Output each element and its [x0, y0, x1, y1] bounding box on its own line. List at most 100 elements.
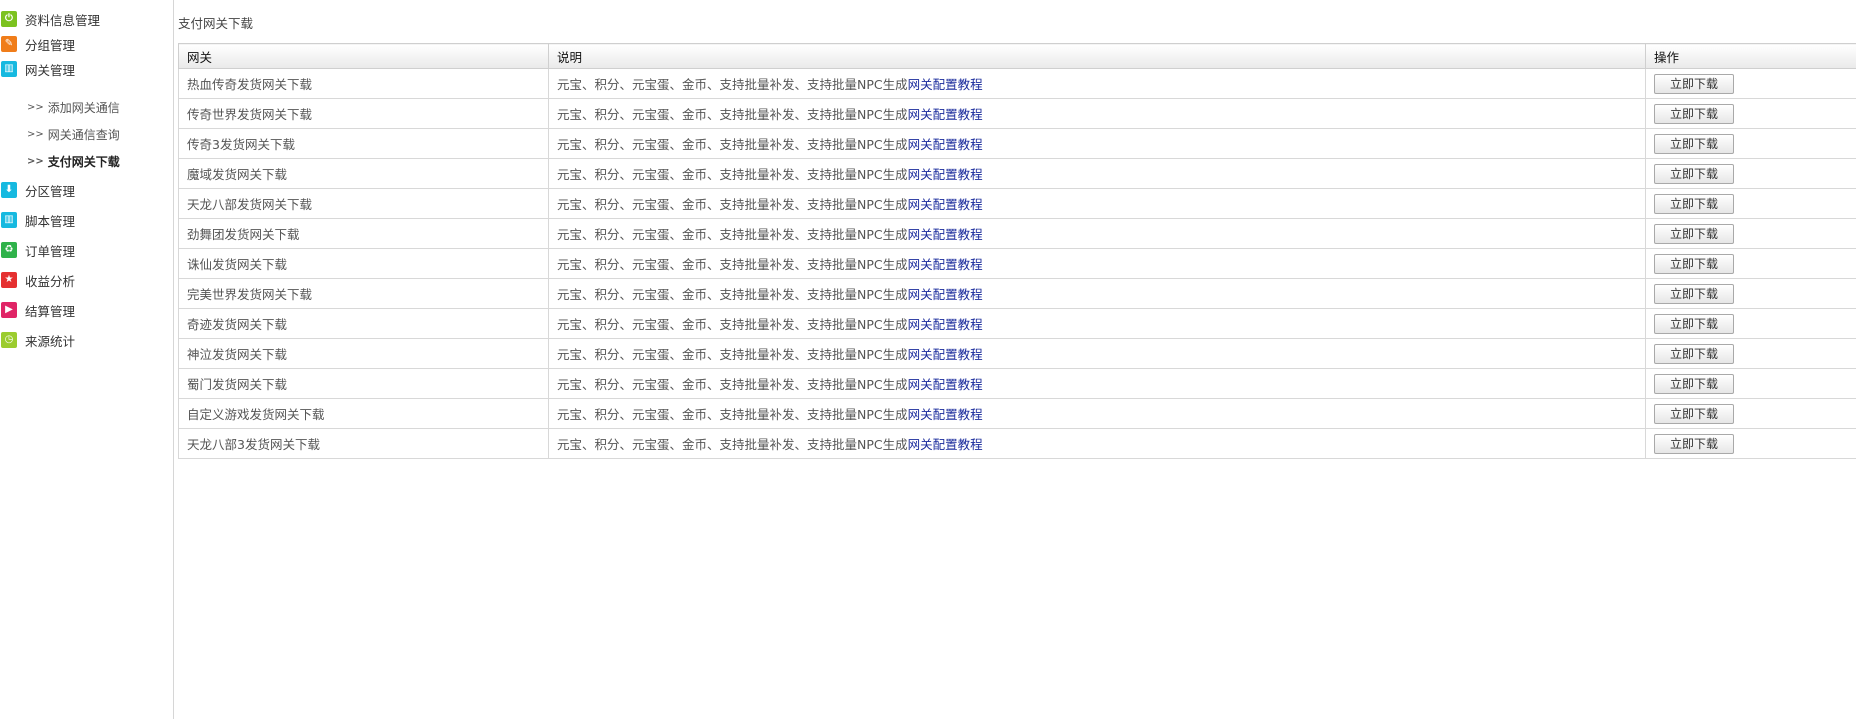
- gateway-table: 网关 说明 操作 热血传奇发货网关下载 元宝、积分、元宝蛋、金币、支持批量补发、支…: [178, 43, 1856, 459]
- sub-item-label: 添加网关通信: [47, 100, 120, 115]
- table-row: 传奇世界发货网关下载 元宝、积分、元宝蛋、金币、支持批量补发、支持批量NPC生成网…: [178, 98, 1856, 129]
- action-cell: 立即下载: [1645, 428, 1856, 459]
- play-icon: ▶: [1, 302, 17, 318]
- gateway-name: 热血传奇发货网关下载: [178, 68, 549, 99]
- table-row: 奇迹发货网关下载 元宝、积分、元宝蛋、金币、支持批量补发、支持批量NPC生成网关配…: [178, 308, 1856, 339]
- sidebar-item-gateway[interactable]: ▥ 网关管理: [0, 59, 172, 79]
- sidebar-item-orders[interactable]: ♻ 订单管理: [0, 240, 172, 260]
- table-row: 自定义游戏发货网关下载 元宝、积分、元宝蛋、金币、支持批量补发、支持批量NPC生成…: [178, 398, 1856, 429]
- description-text: 元宝、积分、元宝蛋、金币、支持批量补发、支持批量NPC生成: [557, 377, 908, 392]
- action-cell: 立即下载: [1645, 218, 1856, 249]
- table-header-row: 网关 说明 操作: [178, 43, 1856, 69]
- sidebar-item-label: 资料信息管理: [25, 12, 101, 28]
- gateway-description: 元宝、积分、元宝蛋、金币、支持批量补发、支持批量NPC生成网关配置教程: [548, 248, 1646, 279]
- download-button[interactable]: 立即下载: [1654, 193, 1734, 214]
- column-header-description: 说明: [548, 43, 1646, 69]
- gateway-name: 传奇世界发货网关下载: [178, 98, 549, 129]
- grid-icon: ▥: [1, 61, 17, 77]
- description-text: 元宝、积分、元宝蛋、金币、支持批量补发、支持批量NPC生成: [557, 437, 908, 452]
- download-button[interactable]: 立即下载: [1654, 283, 1734, 304]
- recycle-icon: ♻: [1, 242, 17, 258]
- sidebar-item-settlement[interactable]: ▶ 结算管理: [0, 300, 172, 320]
- download-button[interactable]: 立即下载: [1654, 73, 1734, 94]
- sidebar-item-label: 网关管理: [25, 62, 76, 78]
- config-tutorial-link[interactable]: 网关配置教程: [908, 287, 983, 302]
- gateway-description: 元宝、积分、元宝蛋、金币、支持批量补发、支持批量NPC生成网关配置教程: [548, 98, 1646, 129]
- sidebar: ⏻ 资料信息管理 ✎ 分组管理 ▥ 网关管理 >> 添加网关通信 >> 网关通信…: [0, 0, 174, 719]
- gateway-description: 元宝、积分、元宝蛋、金币、支持批量补发、支持批量NPC生成网关配置教程: [548, 338, 1646, 369]
- action-cell: 立即下载: [1645, 98, 1856, 129]
- sub-item-label: 网关通信查询: [47, 127, 120, 142]
- sub-item-label: 支付网关下载: [47, 154, 120, 169]
- gateway-name: 天龙八部3发货网关下载: [178, 428, 549, 459]
- sidebar-item-scripts[interactable]: ▥ 脚本管理: [0, 210, 172, 230]
- download-button[interactable]: 立即下载: [1654, 103, 1734, 124]
- sidebar-item-partition[interactable]: ⬇ 分区管理: [0, 180, 172, 200]
- description-text: 元宝、积分、元宝蛋、金币、支持批量补发、支持批量NPC生成: [557, 407, 908, 422]
- download-button[interactable]: 立即下载: [1654, 133, 1734, 154]
- description-text: 元宝、积分、元宝蛋、金币、支持批量补发、支持批量NPC生成: [557, 287, 908, 302]
- power-icon: ⏻: [1, 11, 17, 27]
- description-text: 元宝、积分、元宝蛋、金币、支持批量补发、支持批量NPC生成: [557, 137, 908, 152]
- table-row: 诛仙发货网关下载 元宝、积分、元宝蛋、金币、支持批量补发、支持批量NPC生成网关配…: [178, 248, 1856, 279]
- config-tutorial-link[interactable]: 网关配置教程: [908, 257, 983, 272]
- config-tutorial-link[interactable]: 网关配置教程: [908, 227, 983, 242]
- action-cell: 立即下载: [1645, 398, 1856, 429]
- config-tutorial-link[interactable]: 网关配置教程: [908, 137, 983, 152]
- gateway-name: 诛仙发货网关下载: [178, 248, 549, 279]
- sub-item-add-gateway[interactable]: >> 添加网关通信: [27, 98, 120, 116]
- gateway-name: 传奇3发货网关下载: [178, 128, 549, 159]
- config-tutorial-link[interactable]: 网关配置教程: [908, 347, 983, 362]
- action-cell: 立即下载: [1645, 68, 1856, 99]
- config-tutorial-link[interactable]: 网关配置教程: [908, 167, 983, 182]
- config-tutorial-link[interactable]: 网关配置教程: [908, 77, 983, 92]
- download-button[interactable]: 立即下载: [1654, 343, 1734, 364]
- action-cell: 立即下载: [1645, 158, 1856, 189]
- sidebar-item-label: 结算管理: [25, 303, 76, 319]
- sidebar-item-source-stats[interactable]: ◷ 来源统计: [0, 330, 172, 350]
- sub-item-gateway-query[interactable]: >> 网关通信查询: [27, 125, 120, 143]
- download-button[interactable]: 立即下载: [1654, 403, 1734, 424]
- config-tutorial-link[interactable]: 网关配置教程: [908, 377, 983, 392]
- sidebar-item-label: 订单管理: [25, 243, 76, 259]
- description-text: 元宝、积分、元宝蛋、金币、支持批量补发、支持批量NPC生成: [557, 347, 908, 362]
- page-title: 支付网关下载: [178, 16, 254, 31]
- gateway-description: 元宝、积分、元宝蛋、金币、支持批量补发、支持批量NPC生成网关配置教程: [548, 278, 1646, 309]
- description-text: 元宝、积分、元宝蛋、金币、支持批量补发、支持批量NPC生成: [557, 107, 908, 122]
- download-button[interactable]: 立即下载: [1654, 313, 1734, 334]
- gateway-description: 元宝、积分、元宝蛋、金币、支持批量补发、支持批量NPC生成网关配置教程: [548, 128, 1646, 159]
- download-button[interactable]: 立即下载: [1654, 223, 1734, 244]
- config-tutorial-link[interactable]: 网关配置教程: [908, 437, 983, 452]
- config-tutorial-link[interactable]: 网关配置教程: [908, 407, 983, 422]
- config-tutorial-link[interactable]: 网关配置教程: [908, 317, 983, 332]
- description-text: 元宝、积分、元宝蛋、金币、支持批量补发、支持批量NPC生成: [557, 77, 908, 92]
- download-button[interactable]: 立即下载: [1654, 163, 1734, 184]
- action-cell: 立即下载: [1645, 188, 1856, 219]
- table-row: 天龙八部3发货网关下载 元宝、积分、元宝蛋、金币、支持批量补发、支持批量NPC生成…: [178, 428, 1856, 459]
- action-cell: 立即下载: [1645, 278, 1856, 309]
- sidebar-item-label: 脚本管理: [25, 213, 76, 229]
- description-text: 元宝、积分、元宝蛋、金币、支持批量补发、支持批量NPC生成: [557, 227, 908, 242]
- gateway-description: 元宝、积分、元宝蛋、金币、支持批量补发、支持批量NPC生成网关配置教程: [548, 68, 1646, 99]
- download-button[interactable]: 立即下载: [1654, 373, 1734, 394]
- config-tutorial-link[interactable]: 网关配置教程: [908, 197, 983, 212]
- description-text: 元宝、积分、元宝蛋、金币、支持批量补发、支持批量NPC生成: [557, 167, 908, 182]
- download-button[interactable]: 立即下载: [1654, 253, 1734, 274]
- double-arrow-icon: >>: [27, 128, 44, 140]
- sidebar-item-profile[interactable]: ⏻ 资料信息管理: [0, 9, 172, 29]
- gateway-description: 元宝、积分、元宝蛋、金币、支持批量补发、支持批量NPC生成网关配置教程: [548, 308, 1646, 339]
- gateway-description: 元宝、积分、元宝蛋、金币、支持批量补发、支持批量NPC生成网关配置教程: [548, 188, 1646, 219]
- grid-icon: ▥: [1, 212, 17, 228]
- sidebar-item-label: 来源统计: [25, 333, 76, 349]
- download-button[interactable]: 立即下载: [1654, 433, 1734, 454]
- arrow-down-icon: ⬇: [1, 182, 17, 198]
- table-row: 神泣发货网关下载 元宝、积分、元宝蛋、金币、支持批量补发、支持批量NPC生成网关配…: [178, 338, 1856, 369]
- sidebar-item-revenue[interactable]: ★ 收益分析: [0, 270, 172, 290]
- column-header-action: 操作: [1645, 43, 1856, 69]
- gateway-name: 蜀门发货网关下载: [178, 368, 549, 399]
- sidebar-item-groups[interactable]: ✎ 分组管理: [0, 34, 172, 54]
- pencil-icon: ✎: [1, 36, 17, 52]
- sub-item-payment-download[interactable]: >> 支付网关下载: [27, 152, 120, 170]
- config-tutorial-link[interactable]: 网关配置教程: [908, 107, 983, 122]
- gateway-description: 元宝、积分、元宝蛋、金币、支持批量补发、支持批量NPC生成网关配置教程: [548, 158, 1646, 189]
